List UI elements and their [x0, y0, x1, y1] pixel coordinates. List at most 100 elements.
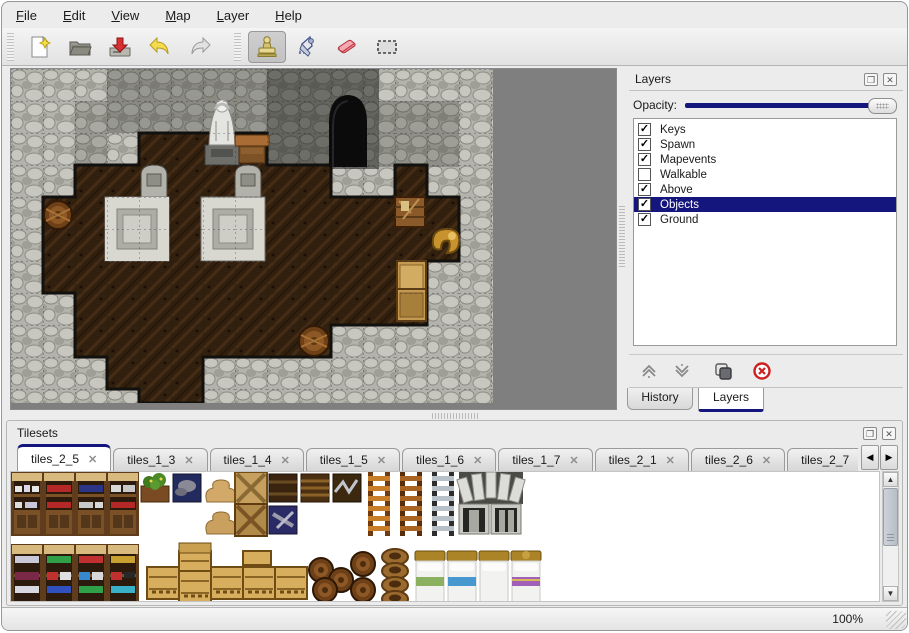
tileset-tab-label: tiles_1_5 — [320, 453, 368, 467]
layer-visibility-checkbox[interactable] — [638, 198, 651, 211]
toolbar-grip-2[interactable] — [234, 33, 241, 61]
eraser-tool-button[interactable] — [328, 31, 366, 63]
layer-row[interactable]: Spawn — [634, 137, 896, 152]
toolbar-grip[interactable] — [7, 33, 14, 61]
layer-row[interactable]: Objects — [634, 197, 896, 212]
undo-icon — [147, 34, 173, 60]
tileset-tab-label: tiles_1_3 — [127, 453, 175, 467]
zoom-level: 100% — [832, 612, 863, 626]
close-tab-icon[interactable]: ✕ — [281, 454, 290, 467]
layers-panel-titlebar: Layers ❐ ✕ — [629, 68, 903, 91]
menu-item[interactable]: Map — [165, 8, 190, 23]
vertical-splitter-handle[interactable] — [619, 206, 625, 268]
save-icon — [107, 34, 133, 60]
new-file-button[interactable] — [21, 31, 59, 63]
layer-name: Ground — [660, 214, 698, 226]
scroll-down-icon[interactable]: ▼ — [883, 586, 898, 601]
layer-row[interactable]: Ground — [634, 212, 896, 227]
layer-name: Above — [660, 184, 693, 196]
tileset-tab[interactable]: tiles_2_1 ✕ — [595, 448, 689, 471]
menu-item[interactable]: Edit — [63, 8, 85, 23]
opacity-label: Opacity: — [633, 98, 677, 112]
delete-layer-button[interactable] — [752, 361, 772, 381]
move-layer-up-button[interactable] — [639, 361, 659, 381]
tileset-view[interactable] — [10, 471, 880, 602]
layer-visibility-checkbox[interactable] — [638, 153, 651, 166]
tileset-tab[interactable]: tiles_2_6 ✕ — [691, 448, 785, 471]
tileset-tab[interactable]: tiles_2_7 ✕ — [787, 448, 858, 471]
tileset-tabbar: tiles_2_5 ✕ tiles_1_3 ✕ tiles_1_4 ✕ tile… — [17, 443, 858, 471]
layer-actions-toolbar — [629, 354, 903, 388]
stamp-tool-icon — [254, 34, 280, 60]
save-button[interactable] — [101, 31, 139, 63]
close-panel-icon[interactable]: ✕ — [883, 73, 897, 86]
undo-button[interactable] — [141, 31, 179, 63]
layer-name: Mapevents — [660, 154, 716, 166]
tileset-tab[interactable]: tiles_1_6 ✕ — [402, 448, 496, 471]
horizontal-splitter-handle[interactable] — [432, 413, 478, 419]
tileset-tab[interactable]: tiles_1_4 ✕ — [210, 448, 304, 471]
close-tab-icon[interactable]: ✕ — [666, 454, 675, 467]
redo-button[interactable] — [181, 31, 219, 63]
duplicate-layer-button[interactable] — [713, 361, 733, 381]
scroll-up-icon[interactable]: ▲ — [883, 472, 898, 487]
tileset-tab[interactable]: tiles_1_7 ✕ — [498, 448, 592, 471]
duplicate-icon — [714, 362, 732, 380]
tileset-tab-label: tiles_1_6 — [416, 453, 464, 467]
layer-visibility-checkbox[interactable] — [638, 183, 651, 196]
tileset-tab-label: tiles_1_4 — [224, 453, 272, 467]
new-file-icon — [27, 34, 53, 60]
dock-tab[interactable]: Layers — [698, 388, 764, 412]
close-tab-icon[interactable]: ✕ — [762, 454, 771, 467]
dock-tab[interactable]: History — [627, 388, 693, 410]
tileset-tab[interactable]: tiles_1_3 ✕ — [113, 448, 207, 471]
menu-bar: File Edit View Map Layer Help — [2, 2, 907, 28]
scrollbar-thumb[interactable] — [883, 488, 898, 546]
opacity-slider-handle[interactable] — [868, 98, 897, 114]
open-button[interactable] — [61, 31, 99, 63]
tileset-tab-label: tiles_2_7 — [801, 453, 849, 467]
close-panel-icon[interactable]: ✕ — [882, 427, 896, 440]
close-tab-icon[interactable]: ✕ — [377, 454, 386, 467]
stamp-tool-button[interactable] — [248, 31, 286, 63]
opacity-slider[interactable] — [685, 97, 897, 113]
menu-item[interactable]: File — [16, 8, 37, 23]
layer-row[interactable]: Mapevents — [634, 152, 896, 167]
delete-icon — [753, 362, 771, 380]
tileset-tab-label: tiles_2_5 — [31, 452, 79, 466]
menu-item[interactable]: View — [111, 8, 139, 23]
float-panel-icon[interactable]: ❐ — [863, 427, 877, 440]
select-tool-button[interactable] — [368, 31, 406, 63]
scroll-tabs-left-button[interactable]: ◀ — [861, 445, 879, 470]
eraser-tool-icon — [334, 34, 360, 60]
close-tab-icon[interactable]: ✕ — [569, 454, 578, 467]
layer-row[interactable]: Above — [634, 182, 896, 197]
tilesets-panel: Tilesets ❐ ✕ tiles_2_5 ✕ tiles_1_3 ✕ til… — [6, 420, 903, 606]
menu-item[interactable]: Layer — [217, 8, 250, 23]
tileset-tab-label: tiles_2_6 — [705, 453, 753, 467]
float-panel-icon[interactable]: ❐ — [864, 73, 878, 86]
tileset-tab[interactable]: tiles_1_5 ✕ — [306, 448, 400, 471]
layer-visibility-checkbox[interactable] — [638, 213, 651, 226]
layer-visibility-checkbox[interactable] — [638, 138, 651, 151]
close-tab-icon[interactable]: ✕ — [88, 453, 97, 466]
toolbar — [2, 28, 907, 66]
tileset-tab[interactable]: tiles_2_5 ✕ — [17, 444, 111, 471]
layer-row[interactable]: Keys — [634, 122, 896, 137]
arrow-up-icon — [640, 362, 658, 380]
fill-tool-button[interactable] — [288, 31, 326, 63]
layer-visibility-checkbox[interactable] — [638, 123, 651, 136]
scroll-tabs-right-button[interactable]: ▶ — [880, 445, 898, 470]
move-layer-down-button[interactable] — [672, 361, 692, 381]
tileset-scrollbar[interactable]: ▲ ▼ — [882, 471, 899, 602]
arrow-down-icon — [673, 362, 691, 380]
layer-visibility-checkbox[interactable] — [638, 168, 651, 181]
resize-grip[interactable] — [886, 611, 906, 629]
fill-tool-icon — [294, 34, 320, 60]
close-tab-icon[interactable]: ✕ — [184, 454, 193, 467]
menu-item[interactable]: Help — [275, 8, 302, 23]
select-tool-icon — [374, 34, 400, 60]
close-tab-icon[interactable]: ✕ — [473, 454, 482, 467]
layer-row[interactable]: Walkable — [634, 167, 896, 182]
map-canvas[interactable] — [10, 68, 617, 410]
